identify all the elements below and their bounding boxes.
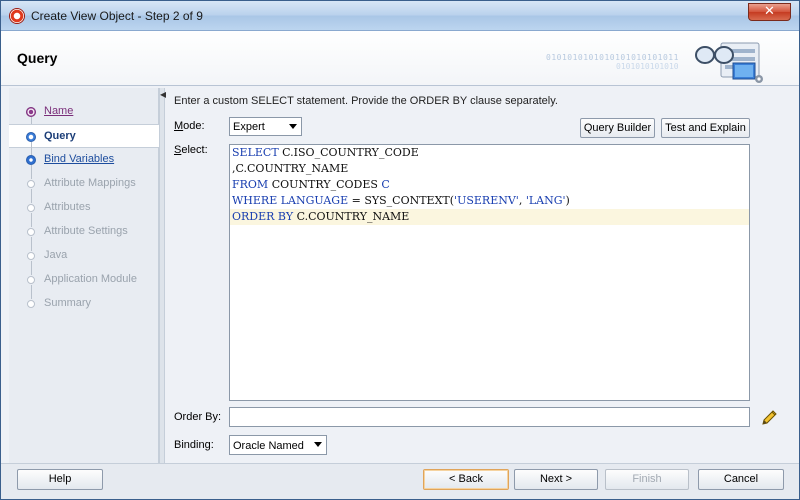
mode-select[interactable]: Expert [229,117,302,136]
step-status-icon [27,204,35,212]
back-button[interactable]: < Back [423,469,509,490]
view-object-wizard-icon [695,42,763,83]
instruction-text: Enter a custom SELECT statement. Provide… [174,95,558,107]
wizard-footer: Help < Back Next > Finish Cancel [1,463,799,499]
header-binary-decoration: 0101010101010101010101011 [546,53,679,62]
step-status-icon [27,180,35,188]
chevron-down-icon [289,124,297,129]
pencil-edit-icon[interactable] [760,409,778,427]
query-token: COUNTRY_CODES [271,178,382,191]
wizard-step-attribute-settings: Attribute Settings [9,220,159,251]
query-token: SELECT [232,146,283,159]
sidebar-splitter[interactable]: ◀ [159,88,166,463]
step-label: Attributes [44,201,91,213]
binding-label: Binding: [174,439,214,451]
step-status-icon [27,276,35,284]
query-token: C.COUNTRY_NAME [296,210,410,223]
step-status-icon [26,155,36,165]
step-status-icon [26,107,36,117]
query-token: LANGUAGE [280,194,352,207]
query-line: WHERE LANGUAGE = SYS_CONTEXT('USERENV', … [230,193,749,209]
header-binary-decoration-2: 0101010101010 [616,62,679,71]
next-button[interactable]: Next > [514,469,598,490]
query-token: ) [565,194,570,207]
query-token: ,C.COUNTRY_NAME [232,162,349,175]
close-button[interactable]: ✕ [748,3,791,21]
query-token: 'LANG' [525,194,566,207]
query-line: ,C.COUNTRY_NAME [230,161,749,177]
query-line: FROM COUNTRY_CODES C [230,177,749,193]
query-token: ORDER BY [232,210,297,223]
query-line: SELECT C.ISO_COUNTRY_CODE [230,145,749,161]
step-label: Summary [44,297,92,309]
query-token: C.ISO_COUNTRY_CODE [282,146,419,159]
query-token: FROM [232,178,272,191]
cancel-button[interactable]: Cancel [698,469,784,490]
step-label: Attribute Mappings [44,177,136,189]
wizard-steps-sidebar: Name Query Bind Variables Attribute Mapping… [9,88,159,463]
title-bar[interactable]: Create View Object - Step 2 of 9 ✕ [1,1,799,31]
query-token: C [381,178,390,191]
step-label: Application Module [44,273,137,285]
step-label: Attribute Settings [44,225,128,237]
query-panel: Enter a custom SELECT statement. Provide… [166,88,798,463]
mode-label: Mode: [174,120,205,132]
query-token: , [518,194,526,207]
mode-select-value: Expert [233,121,265,133]
step-label: Query [44,130,76,142]
query-builder-button[interactable]: Query Builder [580,118,655,138]
finish-button[interactable]: Finish [605,469,689,490]
order-by-input[interactable] [229,407,750,427]
step-status-icon [27,228,35,236]
help-button[interactable]: Help [17,469,103,490]
step-label: Java [44,249,68,261]
dialog-window: Create View Object - Step 2 of 9 ✕ Query… [0,0,800,500]
select-query-editor[interactable]: SELECT C.ISO_COUNTRY_CODE ,C.COUNTRY_NAME… [229,144,750,401]
page-title: Query [17,50,58,66]
wizard-step-attribute-mappings: Attribute Mappings [9,172,159,203]
wizard-step-java: Java [9,244,159,275]
query-token: = SYS_CONTEXT( [351,194,455,207]
wizard-step-attributes: Attributes [9,196,159,227]
query-token: WHERE [232,194,281,207]
query-token: 'USERENV' [454,194,519,207]
wizard-step-application-module: Application Module [9,268,159,299]
binding-select-value: Oracle Named [233,440,304,452]
wizard-step-bind-variables[interactable]: Bind Variables [9,148,159,179]
select-label: Select: [174,144,208,156]
wizard-step-query[interactable]: Query [9,124,159,156]
step-status-icon [27,252,35,260]
oracle-app-icon [9,8,25,24]
step-status-icon [26,132,36,142]
order-by-label: Order By: [174,411,222,423]
step-label: Bind Variables [44,153,115,165]
test-and-explain-button[interactable]: Test and Explain [661,118,750,138]
binding-select[interactable]: Oracle Named [229,435,327,455]
chevron-down-icon [314,442,322,447]
wizard-step-name[interactable]: Name [9,100,159,131]
window-title: Create View Object - Step 2 of 9 [31,9,203,23]
wizard-step-summary: Summary [9,292,159,316]
query-line: ORDER BY C.COUNTRY_NAME [230,209,749,225]
wizard-header: Query 0101010101010101010101011 01010101… [1,31,799,86]
step-label: Name [44,105,74,117]
step-status-icon [27,300,35,308]
